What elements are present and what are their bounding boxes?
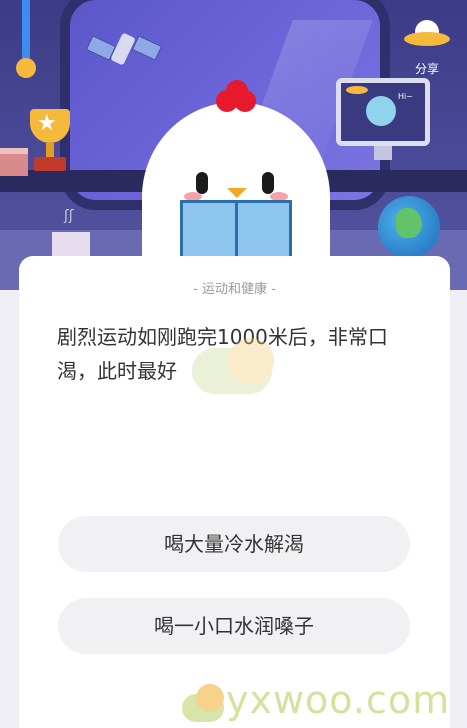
right-eye [262, 172, 274, 194]
alien-icon [366, 96, 396, 126]
left-eye [196, 172, 208, 194]
books-icon [0, 148, 28, 176]
trophy-icon: ★ [24, 105, 76, 175]
steam-icon: ʃʃ [64, 208, 74, 224]
question-card: - 运动和健康 - 剧烈运动如刚跑完1000米后，非常口渴，此时最好 [19, 256, 450, 728]
share-button[interactable]: 分享 [398, 20, 456, 80]
header-scene: ★ Hi~ ʃʃ 分享 [0, 0, 467, 290]
globe-icon [378, 196, 440, 258]
monitor-greeting: Hi~ [398, 92, 413, 101]
satellite-icon [85, 28, 163, 76]
category-label: - 运动和健康 - [193, 282, 276, 297]
share-label: 分享 [414, 62, 439, 76]
medal-icon [16, 0, 36, 80]
answer-option-1[interactable]: 喝大量冷水解渴 [58, 516, 410, 572]
answer-option-2[interactable]: 喝一小口水润嗓子 [58, 598, 410, 654]
beak [227, 188, 247, 198]
watermark-text: yxwoo.com [226, 678, 451, 722]
watermark-logo-icon [192, 338, 282, 398]
watermark: yxwoo.com [170, 676, 467, 728]
site-logo-icon [182, 684, 228, 724]
comb-icon [216, 80, 256, 116]
